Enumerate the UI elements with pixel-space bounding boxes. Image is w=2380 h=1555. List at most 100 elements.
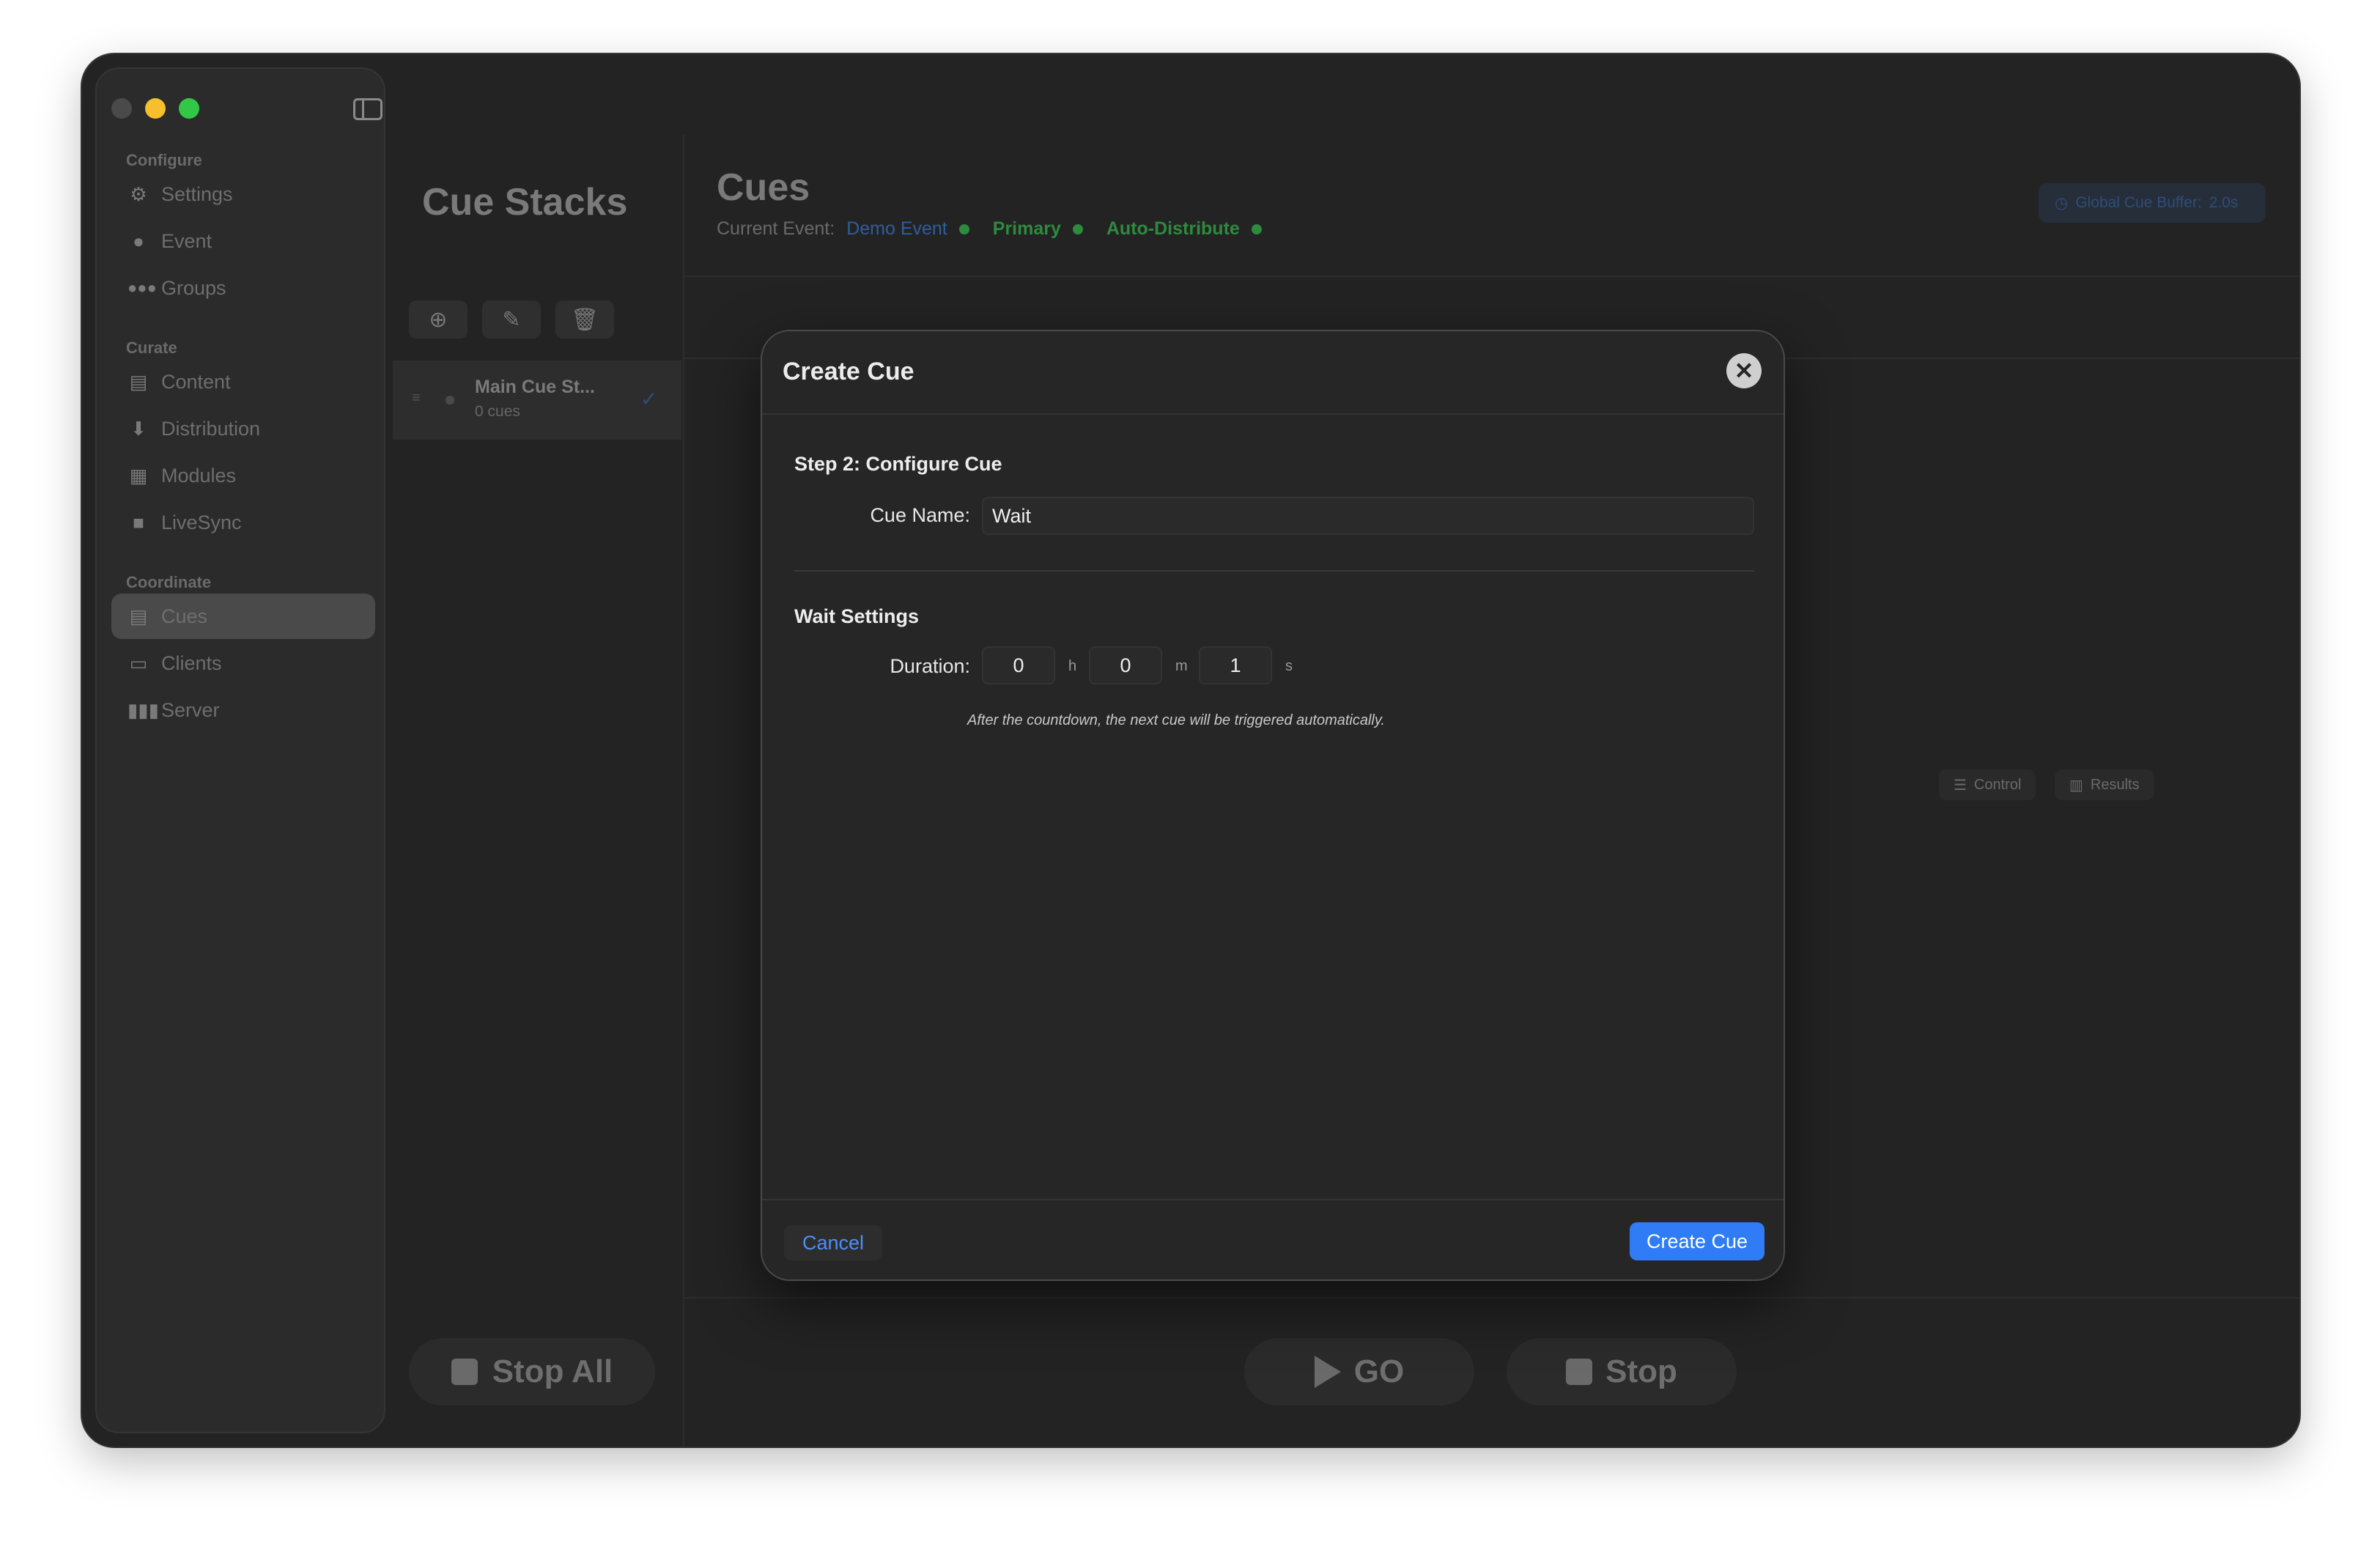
play-icon <box>1314 1356 1341 1388</box>
sidebar: Configure ⚙ Settings ● Event ●●● Groups … <box>95 67 385 1433</box>
sidebar-item-label: Cues <box>161 605 208 627</box>
duration-label: Duration: <box>890 655 970 677</box>
delete-stack-button[interactable]: 🗑 <box>555 300 614 339</box>
sidebar-item-label: Content <box>161 370 231 393</box>
stop-label: Stop <box>1605 1353 1677 1389</box>
go-label: GO <box>1353 1353 1405 1389</box>
window-minimize-button[interactable] <box>145 98 166 119</box>
column-divider <box>683 135 684 1447</box>
app-window: Configure ⚙ Settings ● Event ●●● Groups … <box>82 54 2299 1447</box>
add-stack-button[interactable]: ⊕ <box>409 300 468 339</box>
clock-icon: ◷ <box>2055 194 2069 212</box>
minutes-input[interactable]: 0 <box>1089 646 1162 684</box>
stop-button[interactable]: Stop <box>1507 1338 1737 1406</box>
sidebar-item-label: Server <box>161 698 220 721</box>
groups-icon: ●●● <box>128 278 157 297</box>
gear-icon: ⚙ <box>130 182 147 205</box>
cues-icon: ▤ <box>129 605 148 627</box>
auto-distribute-status: Auto-Distribute <box>1106 218 1240 239</box>
sidebar-item-groups[interactable]: ●●● Groups <box>111 265 375 311</box>
clients-icon: ▭ <box>129 651 148 674</box>
event-name-link[interactable]: Demo Event <box>846 218 947 240</box>
sidebar-item-event[interactable]: ● Event <box>111 218 375 264</box>
sidebar-item-label: Clients <box>161 651 222 674</box>
sidebar-item-label: Settings <box>161 182 233 205</box>
sidebar-item-livesync[interactable]: ■ LiveSync <box>111 500 375 545</box>
global-cue-buffer-badge[interactable]: ◷ Global Cue Buffer: 2.0s <box>2039 183 2266 223</box>
go-button[interactable]: GO <box>1244 1338 1474 1406</box>
stack-status-dot <box>446 396 454 405</box>
event-icon: ● <box>133 229 144 252</box>
status-dot <box>958 224 969 234</box>
close-icon[interactable]: ✕ <box>1726 353 1762 388</box>
seconds-input[interactable]: 1 <box>1199 646 1272 684</box>
control-label: Control <box>1973 776 2022 793</box>
sidebar-toggle-icon[interactable] <box>353 98 382 120</box>
sidebar-item-label: Modules <box>161 464 237 487</box>
section-label-configure: Configure <box>126 151 202 169</box>
window-zoom-button[interactable] <box>179 98 199 119</box>
cue-stacks-title: Cue Stacks <box>422 181 628 224</box>
cancel-button[interactable]: Cancel <box>784 1225 882 1260</box>
bar-chart-icon: ▥ <box>2069 777 2083 794</box>
sidebar-item-settings[interactable]: ⚙ Settings <box>111 171 375 217</box>
control-tab[interactable]: ☰ Control <box>1939 769 2036 800</box>
dialog-header-divider <box>762 413 1784 415</box>
plus-circle-icon: ⊕ <box>429 307 448 332</box>
sidebar-item-clients[interactable]: ▭ Clients <box>111 640 375 686</box>
content-icon: ▤ <box>129 370 148 393</box>
server-icon: ▮▮▮ <box>128 698 159 721</box>
create-cue-dialog: Create Cue ✕ Step 2: Configure Cue Cue N… <box>761 330 1785 1281</box>
cue-name-input[interactable]: Wait <box>982 497 1754 535</box>
stack-cue-count: 0 cues <box>475 403 520 420</box>
sidebar-item-server[interactable]: ▮▮▮ Server <box>111 687 375 733</box>
checkmark-icon: ✓ <box>640 388 658 410</box>
list-item[interactable] <box>393 361 681 440</box>
stop-all-label: Stop All <box>492 1353 613 1389</box>
wait-settings-title: Wait Settings <box>794 605 920 627</box>
section-label-coordinate: Coordinate <box>126 573 212 591</box>
distribution-icon: ⬇ <box>130 417 147 440</box>
header-divider <box>683 276 2299 277</box>
sidebar-item-label: Event <box>161 229 212 252</box>
sidebar-item-modules[interactable]: ▦ Modules <box>111 453 375 498</box>
hours-unit: h <box>1068 658 1077 674</box>
stop-all-button[interactable]: Stop All <box>409 1338 655 1406</box>
sidebar-item-content[interactable]: ▤ Content <box>111 359 375 405</box>
dialog-footer-divider <box>762 1199 1784 1200</box>
status-dot <box>1072 224 1083 234</box>
duration-hint: After the countdown, the next cue will b… <box>967 712 1385 728</box>
minutes-unit: m <box>1175 658 1188 674</box>
results-label: Results <box>2090 776 2140 793</box>
current-event-label: Current Event: <box>717 218 835 239</box>
window-close-button[interactable] <box>111 98 132 119</box>
sidebar-item-distribution[interactable]: ⬇ Distribution <box>111 406 375 451</box>
bottom-divider <box>683 1297 2299 1299</box>
global-buffer-value: 2.0s <box>2209 194 2239 211</box>
edit-stack-button[interactable]: ✎ <box>482 300 541 339</box>
drag-handle-icon[interactable]: ≡ <box>412 390 421 407</box>
stop-icon <box>1566 1359 1593 1385</box>
sliders-icon: ☰ <box>1954 777 1967 794</box>
stack-name: Main Cue St... <box>475 377 595 397</box>
cue-name-label: Cue Name: <box>870 504 970 526</box>
current-event-line: Current Event: Demo Event Primary Auto-D… <box>717 218 1262 240</box>
primary-status: Primary <box>992 218 1061 239</box>
camera-icon: ■ <box>133 511 144 533</box>
page-title: Cues <box>717 166 810 209</box>
global-buffer-label: Global Cue Buffer: <box>2075 194 2202 211</box>
modules-icon: ▦ <box>129 464 148 487</box>
section-label-curate: Curate <box>126 339 177 357</box>
seconds-unit: s <box>1285 658 1293 674</box>
hours-input[interactable]: 0 <box>982 646 1055 684</box>
trash-icon: 🗑 <box>570 307 599 332</box>
section-divider <box>794 570 1754 572</box>
sidebar-item-label: Distribution <box>161 417 261 440</box>
dialog-title: Create Cue <box>783 358 914 385</box>
create-cue-button[interactable]: Create Cue <box>1630 1222 1764 1260</box>
step-title: Step 2: Configure Cue <box>794 453 1002 475</box>
pencil-icon: ✎ <box>502 307 521 332</box>
sidebar-item-cues[interactable]: ▤ Cues <box>111 594 375 639</box>
results-tab[interactable]: ▥ Results <box>2055 769 2154 800</box>
stop-icon <box>451 1359 478 1385</box>
